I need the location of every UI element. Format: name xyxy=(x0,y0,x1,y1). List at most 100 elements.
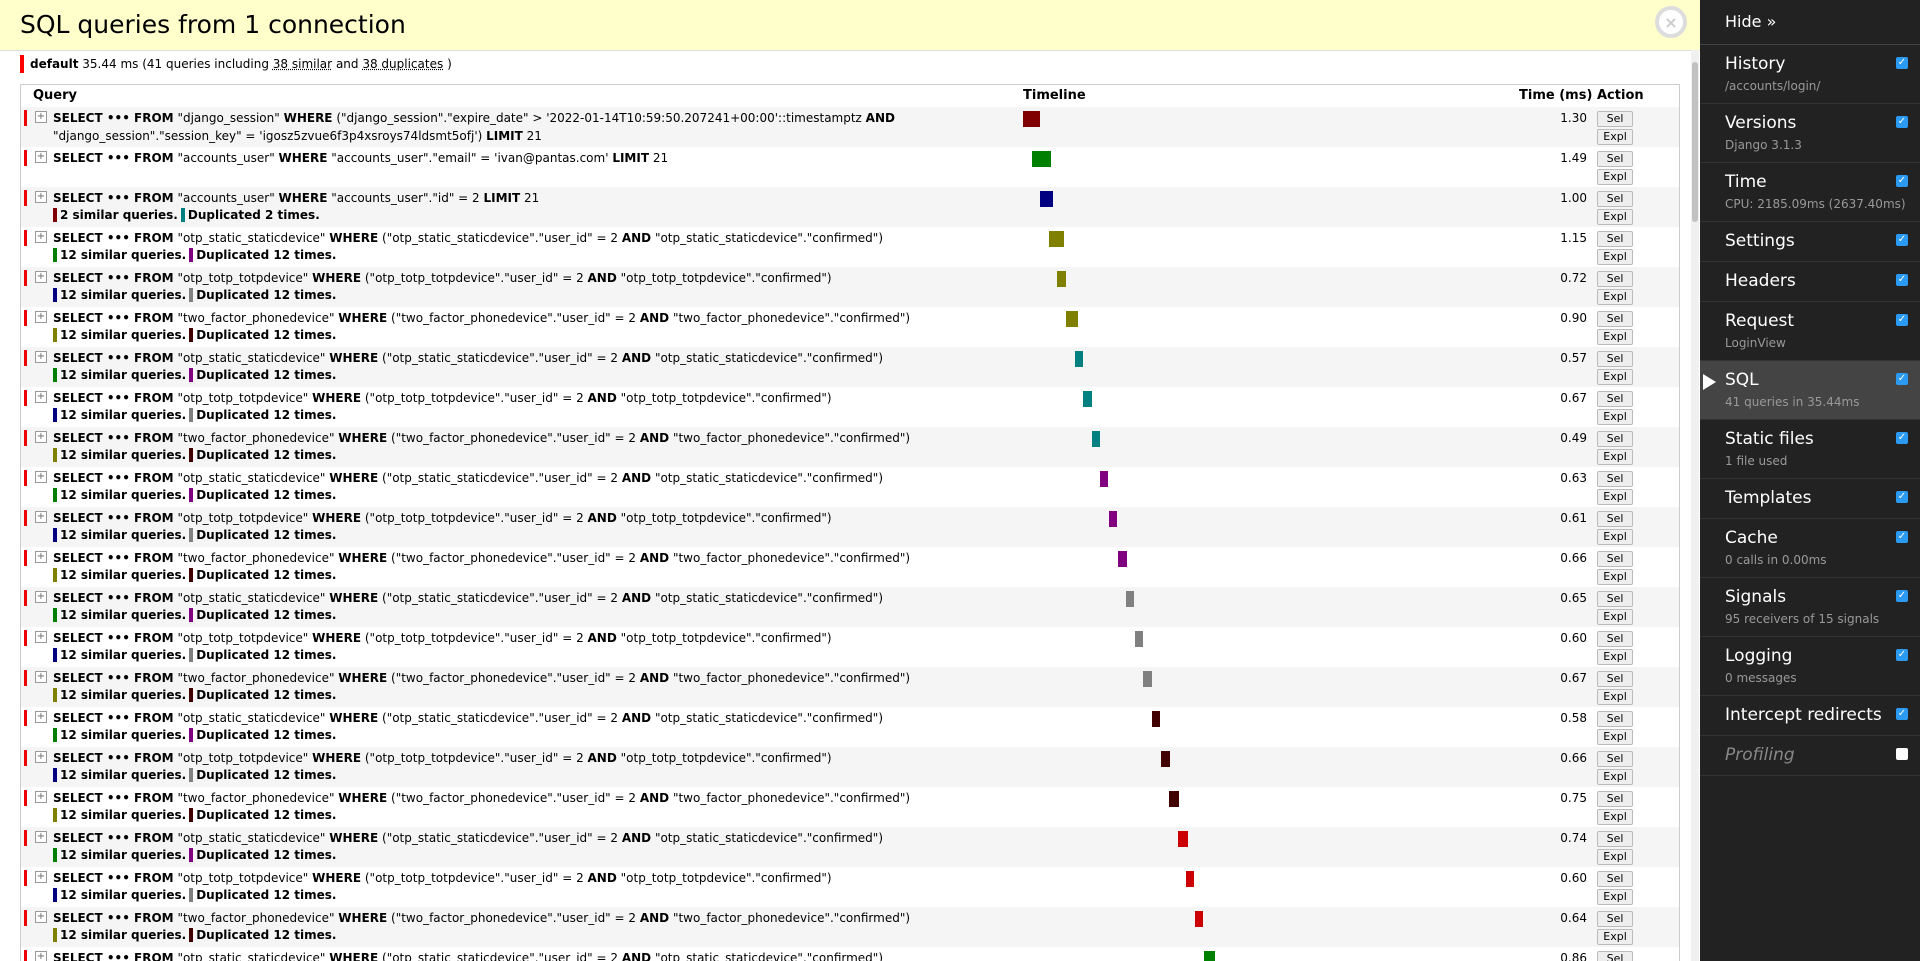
select-button[interactable]: Sel xyxy=(1597,791,1633,807)
select-button[interactable]: Sel xyxy=(1597,191,1633,207)
toolbar-panel-static-files[interactable]: Static files 1 file used ✓ xyxy=(1700,420,1920,479)
panel-enable-checkbox[interactable]: ✓ xyxy=(1896,432,1908,444)
panel-enable-checkbox[interactable]: ✓ xyxy=(1896,274,1908,286)
sql-query-text[interactable]: SELECT ••• FROM "otp_totp_totpdevice" WH… xyxy=(53,389,1013,407)
expand-toggle-icon[interactable]: + xyxy=(35,551,47,563)
explain-button[interactable]: Expl xyxy=(1597,809,1633,825)
sql-query-text[interactable]: SELECT ••• FROM "otp_static_staticdevice… xyxy=(53,709,1013,727)
select-button[interactable]: Sel xyxy=(1597,551,1633,567)
toolbar-panel-history[interactable]: History/accounts/login/ ✓ xyxy=(1700,45,1920,104)
select-button[interactable]: Sel xyxy=(1597,431,1633,447)
explain-button[interactable]: Expl xyxy=(1597,529,1633,545)
sql-query-text[interactable]: SELECT ••• FROM "django_session" WHERE (… xyxy=(53,109,1013,145)
select-button[interactable]: Sel xyxy=(1597,831,1633,847)
toolbar-panel-templates[interactable]: Templates ✓ xyxy=(1700,479,1920,519)
explain-button[interactable]: Expl xyxy=(1597,689,1633,705)
select-button[interactable]: Sel xyxy=(1597,351,1633,367)
hide-toolbar-button[interactable]: Hide » xyxy=(1700,0,1920,45)
sql-query-text[interactable]: SELECT ••• FROM "otp_static_staticdevice… xyxy=(53,829,1013,847)
explain-button[interactable]: Expl xyxy=(1597,889,1633,905)
expand-toggle-icon[interactable]: + xyxy=(35,391,47,403)
sql-query-text[interactable]: SELECT ••• FROM "two_factor_phonedevice"… xyxy=(53,789,1013,807)
explain-button[interactable]: Expl xyxy=(1597,329,1633,345)
sql-query-text[interactable]: SELECT ••• FROM "otp_totp_totpdevice" WH… xyxy=(53,749,1013,767)
toolbar-panel-sql[interactable]: SQL 41 queries in 35.44ms ✓ xyxy=(1700,361,1920,420)
sql-query-text[interactable]: SELECT ••• FROM "two_factor_phonedevice"… xyxy=(53,669,1013,687)
sql-query-text[interactable]: SELECT ••• FROM "accounts_user" WHERE "a… xyxy=(53,149,1013,167)
explain-button[interactable]: Expl xyxy=(1597,289,1633,305)
panel-enable-checkbox[interactable] xyxy=(1896,748,1908,760)
select-button[interactable]: Sel xyxy=(1597,471,1633,487)
expand-toggle-icon[interactable]: + xyxy=(35,111,47,123)
panel-enable-checkbox[interactable]: ✓ xyxy=(1896,373,1908,385)
expand-toggle-icon[interactable]: + xyxy=(35,711,47,723)
sql-query-text[interactable]: SELECT ••• FROM "otp_totp_totpdevice" WH… xyxy=(53,869,1013,887)
toolbar-panel-profiling[interactable]: Profiling xyxy=(1700,736,1920,776)
expand-toggle-icon[interactable]: + xyxy=(35,231,47,243)
select-button[interactable]: Sel xyxy=(1597,711,1633,727)
toolbar-panel-versions[interactable]: Versions Django 3.1.3 ✓ xyxy=(1700,104,1920,163)
expand-toggle-icon[interactable]: + xyxy=(35,431,47,443)
sql-query-text[interactable]: SELECT ••• FROM "accounts_user" WHERE "a… xyxy=(53,189,1013,207)
explain-button[interactable]: Expl xyxy=(1597,129,1633,145)
select-button[interactable]: Sel xyxy=(1597,631,1633,647)
vertical-scrollbar[interactable] xyxy=(1691,50,1699,961)
sql-query-text[interactable]: SELECT ••• FROM "otp_totp_totpdevice" WH… xyxy=(53,629,1013,647)
expand-toggle-icon[interactable]: + xyxy=(35,511,47,523)
toolbar-panel-settings[interactable]: Settings ✓ xyxy=(1700,222,1920,262)
panel-enable-checkbox[interactable]: ✓ xyxy=(1896,57,1908,69)
expand-toggle-icon[interactable]: + xyxy=(35,311,47,323)
expand-toggle-icon[interactable]: + xyxy=(35,191,47,203)
toolbar-panel-headers[interactable]: Headers ✓ xyxy=(1700,262,1920,302)
select-button[interactable]: Sel xyxy=(1597,231,1633,247)
panel-enable-checkbox[interactable]: ✓ xyxy=(1896,175,1908,187)
explain-button[interactable]: Expl xyxy=(1597,249,1633,265)
explain-button[interactable]: Expl xyxy=(1597,169,1633,185)
select-button[interactable]: Sel xyxy=(1597,671,1633,687)
expand-toggle-icon[interactable]: + xyxy=(35,791,47,803)
select-button[interactable]: Sel xyxy=(1597,751,1633,767)
select-button[interactable]: Sel xyxy=(1597,591,1633,607)
sql-query-text[interactable]: SELECT ••• FROM "otp_static_staticdevice… xyxy=(53,349,1013,367)
sql-query-text[interactable]: SELECT ••• FROM "otp_static_staticdevice… xyxy=(53,229,1013,247)
expand-toggle-icon[interactable]: + xyxy=(35,471,47,483)
expand-toggle-icon[interactable]: + xyxy=(35,951,47,961)
panel-enable-checkbox[interactable]: ✓ xyxy=(1896,590,1908,602)
sql-query-text[interactable]: SELECT ••• FROM "otp_static_staticdevice… xyxy=(53,949,1013,961)
toolbar-panel-request[interactable]: Request LoginView ✓ xyxy=(1700,302,1920,361)
explain-button[interactable]: Expl xyxy=(1597,409,1633,425)
toolbar-panel-signals[interactable]: Signals 95 receivers of 15 signals ✓ xyxy=(1700,578,1920,637)
close-button[interactable]: × xyxy=(1655,6,1687,38)
explain-button[interactable]: Expl xyxy=(1597,929,1633,945)
expand-toggle-icon[interactable]: + xyxy=(35,671,47,683)
expand-toggle-icon[interactable]: + xyxy=(35,591,47,603)
expand-toggle-icon[interactable]: + xyxy=(35,751,47,763)
sql-query-text[interactable]: SELECT ••• FROM "otp_totp_totpdevice" WH… xyxy=(53,509,1013,527)
panel-enable-checkbox[interactable]: ✓ xyxy=(1896,314,1908,326)
select-button[interactable]: Sel xyxy=(1597,871,1633,887)
panel-enable-checkbox[interactable]: ✓ xyxy=(1896,116,1908,128)
explain-button[interactable]: Expl xyxy=(1597,369,1633,385)
panel-enable-checkbox[interactable]: ✓ xyxy=(1896,531,1908,543)
expand-toggle-icon[interactable]: + xyxy=(35,271,47,283)
explain-button[interactable]: Expl xyxy=(1597,209,1633,225)
select-button[interactable]: Sel xyxy=(1597,111,1633,127)
toolbar-panel-intercept-redirects[interactable]: Intercept redirects ✓ xyxy=(1700,696,1920,736)
explain-button[interactable]: Expl xyxy=(1597,489,1633,505)
panel-enable-checkbox[interactable]: ✓ xyxy=(1896,491,1908,503)
expand-toggle-icon[interactable]: + xyxy=(35,151,47,163)
sql-query-text[interactable]: SELECT ••• FROM "otp_static_staticdevice… xyxy=(53,469,1013,487)
explain-button[interactable]: Expl xyxy=(1597,569,1633,585)
panel-enable-checkbox[interactable]: ✓ xyxy=(1896,234,1908,246)
expand-toggle-icon[interactable]: + xyxy=(35,631,47,643)
scrollbar-thumb[interactable] xyxy=(1692,62,1698,222)
select-button[interactable]: Sel xyxy=(1597,311,1633,327)
sql-query-text[interactable]: SELECT ••• FROM "otp_static_staticdevice… xyxy=(53,589,1013,607)
expand-toggle-icon[interactable]: + xyxy=(35,831,47,843)
expand-toggle-icon[interactable]: + xyxy=(35,871,47,883)
select-button[interactable]: Sel xyxy=(1597,391,1633,407)
explain-button[interactable]: Expl xyxy=(1597,449,1633,465)
toolbar-panel-cache[interactable]: Cache 0 calls in 0.00ms ✓ xyxy=(1700,519,1920,578)
expand-toggle-icon[interactable]: + xyxy=(35,351,47,363)
select-button[interactable]: Sel xyxy=(1597,151,1633,167)
